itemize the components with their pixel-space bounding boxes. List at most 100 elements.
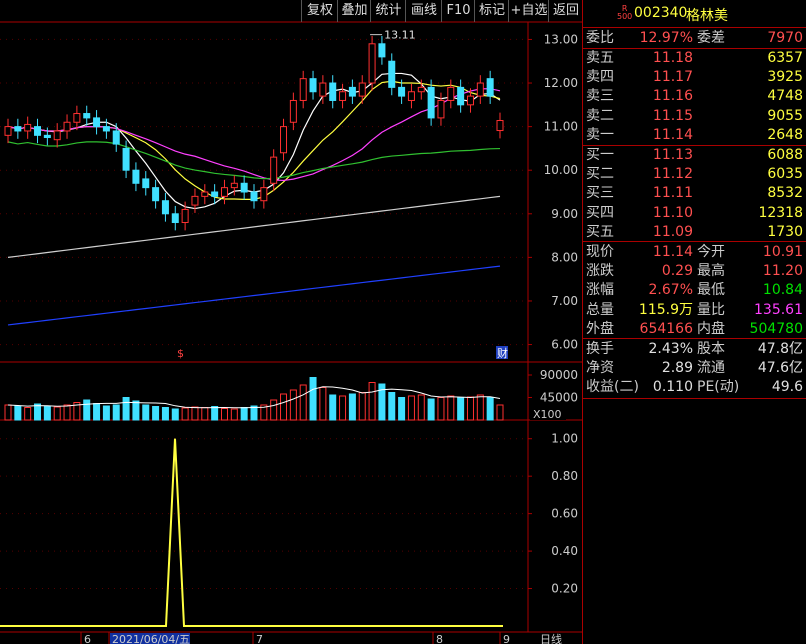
bid-level-row[interactable]: 买二 11.12 6035 (583, 165, 806, 184)
candle-body[interactable] (112, 130, 120, 145)
candle-body[interactable] (4, 126, 12, 136)
candle-body[interactable] (230, 182, 238, 189)
candle-body[interactable] (34, 126, 42, 136)
volume-bar (496, 404, 504, 421)
quote-row[interactable]: 现价 11.14 今开 10.91 (583, 243, 806, 262)
draw-line-button[interactable]: 画线 (405, 0, 442, 22)
quote-row[interactable]: 总量 115.9万 量比 135.61 (583, 301, 806, 320)
candle-body[interactable] (43, 134, 51, 139)
quote-value: 11.14 (652, 244, 693, 260)
candle-body[interactable] (486, 78, 494, 97)
candle-body[interactable] (132, 169, 140, 184)
candle-body[interactable] (289, 99, 297, 123)
candle-body[interactable] (122, 147, 130, 171)
candle-body[interactable] (191, 195, 199, 206)
ask-level-row[interactable]: 卖五 11.18 6357 (583, 49, 806, 68)
candle-body[interactable] (339, 91, 347, 101)
candle-body[interactable] (348, 86, 356, 97)
overlay-button[interactable]: 叠加 (337, 0, 371, 22)
candle-body[interactable] (299, 78, 307, 101)
candle-body[interactable] (358, 82, 366, 97)
ask-volume: 9055 (767, 107, 803, 124)
back-button[interactable]: 返回 (548, 0, 583, 22)
price-tick-label: 11.00 (544, 120, 578, 134)
divider (583, 338, 806, 339)
price-tick-label: 12.00 (544, 76, 578, 90)
fund-label: 收益(二) (586, 379, 639, 396)
candle-body[interactable] (270, 156, 278, 184)
candle-body[interactable] (457, 86, 465, 106)
candle-body[interactable] (152, 187, 160, 202)
stock-code: 002340 (634, 5, 688, 21)
quote-label: 现价 (586, 244, 614, 260)
add-watchlist-button[interactable]: +自选 (508, 0, 549, 22)
ask-level-row[interactable]: 卖四 11.17 3925 (583, 68, 806, 87)
candle-body[interactable] (417, 86, 425, 93)
candle-body[interactable] (53, 130, 61, 141)
candle-body[interactable] (368, 43, 376, 84)
bid-level-row[interactable]: 买三 11.11 8532 (583, 184, 806, 203)
candle-body[interactable] (63, 121, 71, 132)
candle-body[interactable] (280, 126, 288, 154)
date-label: 2021/06/04/五 (112, 633, 190, 644)
candle-body[interactable] (102, 126, 110, 132)
fundamentals-row[interactable]: 净资 2.89 流通 47.6亿 (583, 359, 806, 378)
volume-bar (53, 406, 61, 421)
candle-body[interactable] (181, 208, 189, 224)
fundamentals-row[interactable]: 换手 2.43% 股本 47.8亿 (583, 340, 806, 359)
candle-body[interactable] (142, 178, 150, 189)
volume-bar (447, 395, 455, 421)
candle-body[interactable] (466, 95, 474, 106)
candle-body[interactable] (14, 126, 22, 132)
kline-chart-area[interactable]: 13.00 12.00 11.00 10.00 9.00 8.00 7.00 6.00 13.1… (0, 0, 582, 644)
quote-value: 135.61 (754, 301, 803, 318)
candle-body[interactable] (329, 82, 337, 101)
candle-body[interactable] (211, 191, 219, 197)
candle-body[interactable] (73, 113, 81, 123)
bid-volume: 8532 (767, 185, 803, 202)
indicator-line (0, 438, 503, 627)
candle-body[interactable] (250, 191, 258, 202)
bid-level-row[interactable]: 买五 11.09 1730 (583, 223, 806, 242)
mark-button[interactable]: 标记 (474, 0, 509, 22)
bid-level-row[interactable]: 买四 11.10 12318 (583, 204, 806, 223)
candle-body[interactable] (24, 123, 32, 132)
candle-body[interactable] (240, 182, 248, 193)
candle-body[interactable] (309, 78, 317, 93)
candle-body[interactable] (220, 187, 228, 197)
ask-level-row[interactable]: 卖二 11.15 9055 (583, 107, 806, 126)
candle-body[interactable] (378, 43, 386, 58)
fuquan-button[interactable]: 复权 (301, 0, 338, 22)
candle-body[interactable] (260, 187, 268, 202)
candle-body[interactable] (319, 82, 327, 97)
candle-body[interactable] (201, 191, 209, 197)
candle-body[interactable] (161, 200, 169, 215)
kline-chart-svg[interactable]: 13.00 12.00 11.00 10.00 9.00 8.00 7.00 6.00 13.1… (0, 0, 582, 644)
statistics-button[interactable]: 统计 (370, 0, 406, 22)
quote-row[interactable]: 外盘 654166 内盘 504780 (583, 320, 806, 339)
candle-body[interactable] (447, 86, 455, 101)
candle-body[interactable] (427, 86, 435, 119)
candle-body[interactable] (476, 82, 484, 97)
fundamentals-row[interactable]: 收益(二) 0.110 PE(动) 49.6 (583, 378, 806, 397)
candle-body[interactable] (93, 117, 101, 128)
ask-level-row[interactable]: 卖三 11.16 4748 (583, 87, 806, 106)
candle-body[interactable] (171, 213, 179, 224)
candle-body[interactable] (437, 99, 445, 119)
indicator-tick-label: 0.40 (551, 544, 578, 558)
ask-label: 卖五 (586, 50, 614, 66)
quote-row[interactable]: 涨幅 2.67% 最低 10.84 (583, 281, 806, 300)
candle-body[interactable] (496, 120, 504, 132)
volume-bar (171, 408, 179, 421)
quote-row[interactable]: 涨跌 0.29 最高 11.20 (583, 262, 806, 281)
wei-bi-value: 12.97% (639, 30, 693, 46)
bid-price: 11.12 (652, 166, 693, 183)
volume-bar (43, 406, 51, 421)
candle-body[interactable] (407, 91, 415, 101)
ask-level-row[interactable]: 卖一 11.14 2648 (583, 126, 806, 145)
candle-body[interactable] (83, 113, 91, 119)
candle-body[interactable] (388, 60, 396, 88)
f10-button[interactable]: F10 (441, 0, 475, 22)
candle-body[interactable] (398, 86, 406, 97)
bid-level-row[interactable]: 买一 11.13 6088 (583, 146, 806, 165)
